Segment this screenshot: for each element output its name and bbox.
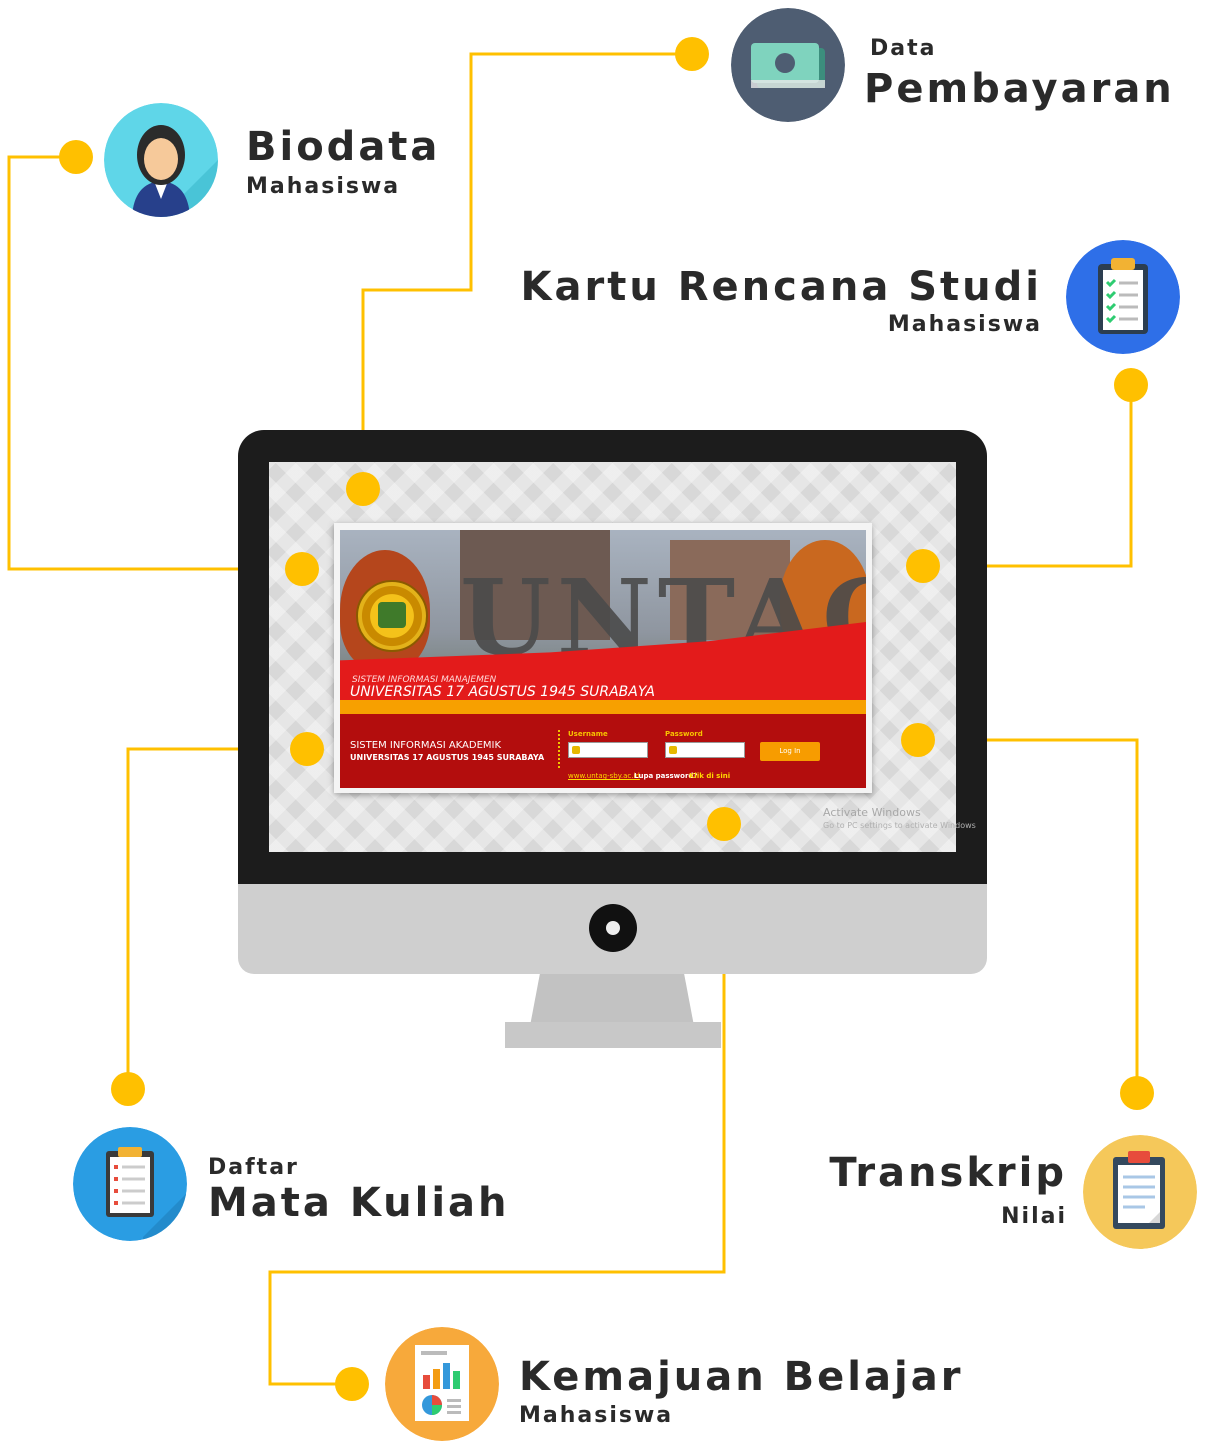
dot-screen-left (285, 552, 319, 586)
klik-disini-link[interactable]: Klik di sini (689, 772, 730, 780)
user-icon (572, 746, 580, 754)
transkrip-line1: Transkrip (829, 1150, 1067, 1196)
site-link[interactable]: www.untag-sby.ac.id (568, 772, 640, 780)
dot-pembayaran (675, 37, 709, 71)
dot-transkrip (1120, 1076, 1154, 1110)
akademik-subtitle: UNIVERSITAS 17 AGUSTUS 1945 SURABAYA (350, 753, 545, 762)
clipboard-checklist-icon (1066, 240, 1180, 354)
krs-line1: Kartu Rencana Studi (520, 264, 1042, 310)
pembayaran-line2: Pembayaran (864, 66, 1175, 112)
pembayaran-line1: Data (870, 36, 937, 61)
daftar-mk-line1: Daftar (208, 1155, 299, 1180)
dot-screen-lower-left (290, 732, 324, 766)
transcript-icon (1083, 1135, 1197, 1249)
dot-screen-lower-right (901, 723, 935, 757)
username-label: Username (568, 730, 608, 738)
monitor-logo-icon (589, 904, 637, 952)
dot-biodata (59, 140, 93, 174)
student-avatar-icon (104, 103, 218, 217)
biodata-line1: Biodata (246, 124, 441, 170)
dot-screen-right (906, 549, 940, 583)
course-list-icon (73, 1127, 187, 1241)
password-input[interactable] (665, 742, 745, 758)
daftar-mk-line2: Mata Kuliah (208, 1180, 510, 1226)
dot-screen-top (346, 472, 380, 506)
kemajuan-line1: Kemajuan Belajar (519, 1354, 964, 1400)
monitor-base (505, 1022, 721, 1048)
progress-report-icon (385, 1327, 499, 1441)
login-divider (558, 730, 560, 768)
activate-windows-title: Activate Windows (823, 806, 921, 819)
password-label: Password (665, 730, 703, 738)
dot-krs (1114, 368, 1148, 402)
dot-daftar-mk (111, 1072, 145, 1106)
akademik-title: SISTEM INFORMASI AKADEMIK (350, 740, 502, 751)
username-input[interactable] (568, 742, 648, 758)
login-button[interactable]: Log In (760, 742, 820, 761)
dot-kemajuan (335, 1367, 369, 1401)
krs-line2: Mahasiswa (887, 312, 1042, 337)
biodata-line2: Mahasiswa (246, 174, 401, 199)
university-seal-icon (356, 580, 428, 652)
activate-windows-subtitle: Go to PC settings to activate Windows (823, 821, 976, 830)
dot-screen-bottom (707, 807, 741, 841)
kemajuan-line2: Mahasiswa (519, 1403, 674, 1428)
money-icon (731, 8, 845, 122)
university-title: UNIVERSITAS 17 AGUSTUS 1945 SURABAYA (350, 684, 655, 700)
key-icon (669, 746, 677, 754)
monitor-neck (530, 974, 694, 1026)
orange-stripe (340, 700, 866, 714)
transkrip-line2: Nilai (1001, 1204, 1067, 1229)
lupa-password-text: Lupa password? (634, 772, 698, 780)
